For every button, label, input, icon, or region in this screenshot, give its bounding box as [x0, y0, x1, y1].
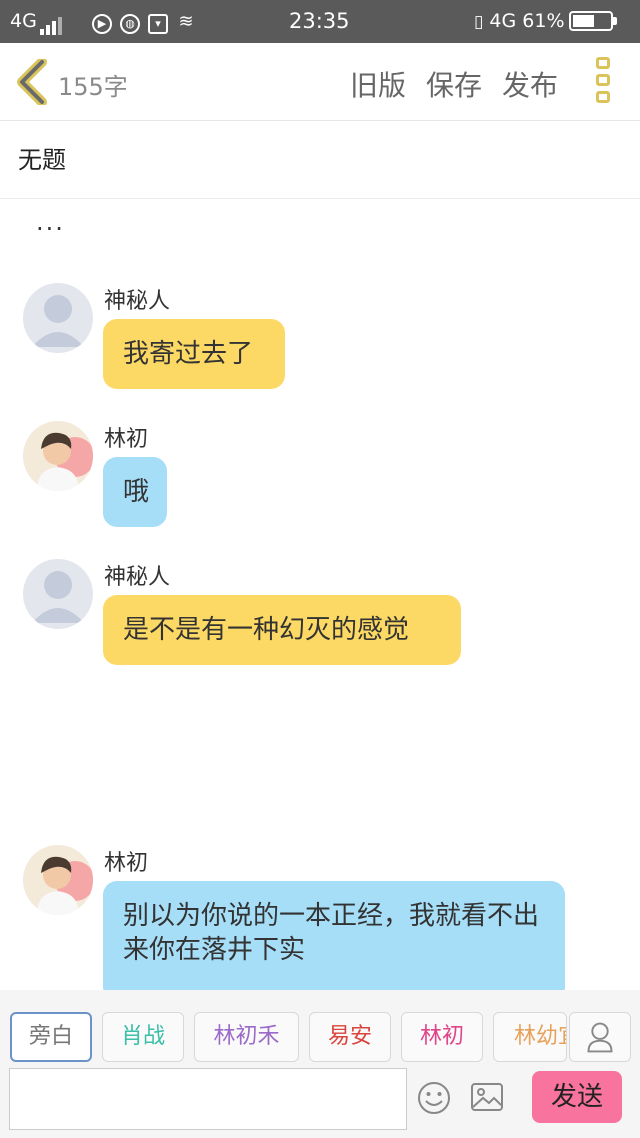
battery-level: [572, 15, 595, 27]
right-status: ▯ 4G 61%: [474, 9, 617, 34]
role-chip[interactable]: 林初禾: [194, 1012, 299, 1062]
default-avatar: [23, 559, 93, 629]
notification-icons: ▶ ◍ ▾ ≋: [92, 9, 204, 34]
photo-avatar: [23, 421, 93, 491]
role-chip[interactable]: 肖战: [102, 1012, 184, 1062]
battery-icon: [568, 11, 617, 31]
document-title[interactable]: 无题: [18, 140, 66, 175]
editor-header: 155字 旧版 保存 发布: [0, 43, 640, 121]
role-chip[interactable]: 旁白: [10, 1012, 92, 1062]
ellipsis-text: ...: [36, 208, 65, 236]
title-row[interactable]: 无题: [0, 122, 640, 199]
message-bubble[interactable]: 别以为你说的一本正经，我就看不出来你在落井下实: [103, 881, 565, 1001]
role-chip[interactable]: 易安: [309, 1012, 391, 1062]
message-input[interactable]: [9, 1068, 407, 1130]
add-role-button[interactable]: [569, 1012, 631, 1062]
play-icon: ▶: [92, 14, 112, 34]
chat-editor-screen: 4G ▶ ◍ ▾ ≋ 23:35 ▯ 4G 61% 155字 旧版 保存 发布 无题 …: [0, 0, 640, 1138]
image-icon[interactable]: [470, 1082, 504, 1112]
role-chip[interactable]: 林幼宜: [493, 1012, 567, 1062]
back-arrow-icon[interactable]: [16, 59, 50, 105]
save-button[interactable]: 保存: [426, 64, 482, 104]
sender-name: 林初: [104, 851, 149, 876]
globe-icon: ◍: [120, 14, 140, 34]
publish-button[interactable]: 发布: [502, 64, 558, 104]
cellular-signal: 4G: [10, 9, 64, 35]
person-icon: [587, 1022, 613, 1053]
default-avatar: [23, 283, 93, 353]
more-menu-icon[interactable]: [596, 57, 612, 107]
role-selector-bar: 旁白 肖战 林初禾 易安 林初 林幼宜: [0, 990, 640, 1066]
send-button[interactable]: 发送: [532, 1071, 622, 1123]
network-type-right: 4G: [489, 10, 517, 32]
sender-name: 林初: [104, 427, 149, 452]
clock: 23:35: [289, 9, 350, 33]
message-bubble[interactable]: 哦: [103, 457, 167, 527]
vibrate-icon: ▯: [474, 12, 484, 32]
data-icon: ≋: [178, 11, 194, 32]
network-type-left: 4G: [10, 10, 37, 32]
status-bar: 4G ▶ ◍ ▾ ≋ 23:35 ▯ 4G 61%: [0, 0, 640, 43]
photo-avatar: [23, 845, 93, 915]
emoji-icon[interactable]: [416, 1080, 452, 1116]
role-chip[interactable]: 林初: [401, 1012, 483, 1062]
message-bubble[interactable]: 我寄过去了: [103, 319, 285, 389]
sender-name: 神秘人: [104, 565, 171, 590]
bag-icon: ▾: [148, 14, 168, 34]
signal-bars-icon: [39, 11, 64, 35]
word-count: 155字: [58, 73, 128, 101]
message-bubble[interactable]: 是不是有一种幻灭的感觉: [103, 595, 461, 665]
old-version-button[interactable]: 旧版: [350, 64, 406, 104]
sender-name: 神秘人: [104, 289, 171, 314]
battery-percent: 61%: [522, 10, 565, 32]
composer-bar: 发送: [0, 1066, 640, 1138]
